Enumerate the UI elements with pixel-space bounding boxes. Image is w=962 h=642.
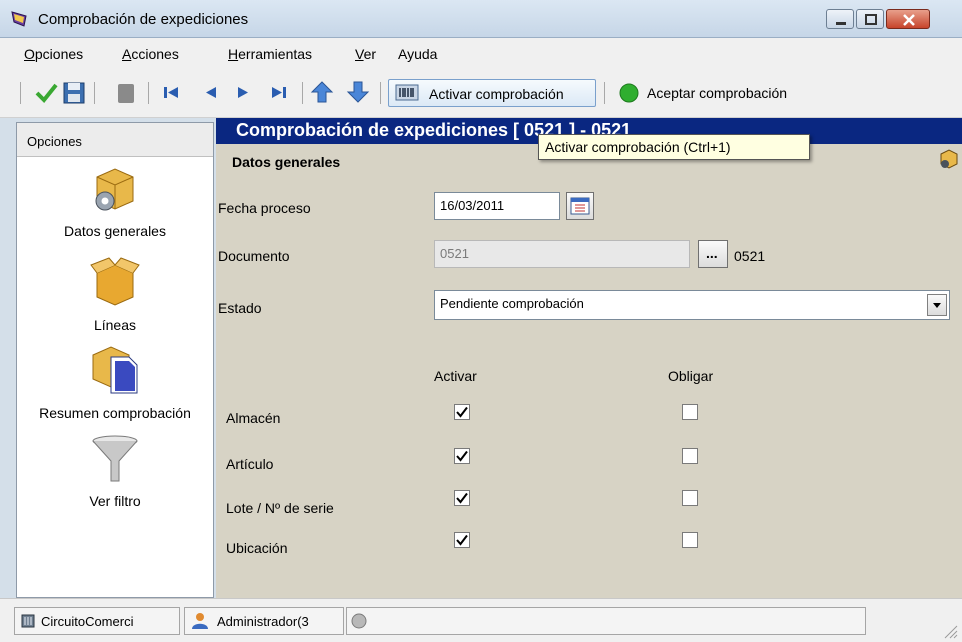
delete-icon[interactable] [114, 79, 138, 105]
barcode-scanner-icon [395, 84, 419, 101]
articulo-label: Artículo [226, 456, 274, 472]
arrow-down-icon[interactable] [346, 79, 370, 105]
fecha-proceso-label: Fecha proceso [218, 200, 311, 216]
main-form: Comprobación de expediciones [ 0521 ] - … [216, 118, 962, 598]
nav-lineas-label: Líneas [93, 317, 137, 333]
funnel-icon [92, 435, 138, 482]
fecha-proceso-input[interactable]: 16/03/2011 [434, 192, 560, 220]
ubicacion-obligar-checkbox[interactable] [682, 532, 698, 548]
title-bar: Comprobación de expediciones [0, 0, 962, 38]
calendar-icon [570, 197, 590, 215]
ubicacion-label: Ubicación [226, 540, 288, 556]
arrow-up-icon[interactable] [310, 79, 334, 105]
ubicacion-activar-checkbox[interactable] [454, 532, 470, 548]
last-record-icon[interactable] [266, 79, 290, 105]
maximize-button[interactable] [856, 9, 884, 29]
lote-serie-obligar-checkbox[interactable] [682, 490, 698, 506]
status-circuito: CircuitoComerci [14, 607, 180, 635]
nav-datos-generales[interactable]: Datos generales [17, 163, 213, 249]
articulo-obligar-checkbox[interactable] [682, 448, 698, 464]
accept-check-icon[interactable] [34, 79, 58, 105]
status-usuario: Administrador(3 [184, 607, 344, 635]
status-bar: CircuitoComerci Administrador(3 [0, 598, 962, 642]
documento-label: Documento [218, 248, 290, 264]
obligar-column-header: Obligar [668, 368, 714, 384]
save-icon[interactable] [62, 79, 86, 105]
activar-comprobacion-button[interactable]: Activar comprobación [388, 79, 596, 107]
activar-column-header: Activar [434, 368, 477, 384]
toolbar-separator [148, 82, 149, 104]
almacen-activar-checkbox[interactable] [454, 404, 470, 420]
options-panel: Opciones Datos generales Líneas Resumen … [16, 122, 214, 598]
nav-resumen-comprobacion-label: Resumen comprobación [39, 405, 191, 421]
toolbar-separator [94, 82, 95, 104]
section-title: Datos generales [232, 154, 341, 170]
toolbar-separator [380, 82, 381, 104]
toolbar: Activar comprobación Aceptar comprobació… [0, 68, 962, 118]
nav-ver-filtro[interactable]: Ver filtro [17, 433, 213, 519]
activar-comprobacion-tooltip: Activar comprobación (Ctrl+1) [538, 134, 810, 160]
options-panel-header: Opciones [17, 123, 213, 157]
open-box-icon [90, 257, 140, 306]
estado-select[interactable]: Pendiente comprobación [434, 290, 950, 320]
nav-datos-generales-label: Datos generales [64, 223, 166, 239]
toolbar-separator [302, 82, 303, 104]
nav-lineas[interactable]: Líneas [17, 255, 213, 341]
previous-record-icon[interactable] [198, 79, 222, 105]
menu-herramientas[interactable]: Herramientas [228, 46, 312, 62]
dropdown-arrow-icon[interactable] [927, 294, 947, 316]
gear-box-icon [940, 149, 958, 169]
window-title: Comprobación de expediciones [38, 11, 249, 28]
connection-status-icon [351, 613, 367, 629]
menu-ayuda[interactable]: Ayuda [398, 46, 437, 62]
calendar-button[interactable] [566, 192, 594, 220]
menu-bar: Opciones Acciones Herramientas Ver Ayuda [0, 38, 962, 68]
user-icon [192, 613, 208, 629]
minimize-button[interactable] [826, 9, 854, 29]
building-icon [21, 614, 35, 628]
estado-label: Estado [218, 300, 262, 316]
menu-opciones[interactable]: Opciones [24, 46, 83, 62]
lote-serie-activar-checkbox[interactable] [454, 490, 470, 506]
box-document-icon [92, 346, 138, 394]
status-connection [346, 607, 866, 635]
gear-box-icon [95, 168, 134, 211]
resize-grip-icon[interactable] [942, 623, 958, 639]
articulo-activar-checkbox[interactable] [454, 448, 470, 464]
documento-input[interactable]: 0521 [434, 240, 690, 268]
toolbar-grip [20, 82, 21, 104]
toolbar-separator [604, 82, 605, 104]
activar-comprobacion-label: Activar comprobación [429, 86, 564, 102]
menu-acciones[interactable]: Acciones [122, 46, 179, 62]
nav-ver-filtro-label: Ver filtro [89, 493, 141, 509]
almacen-obligar-checkbox[interactable] [682, 404, 698, 420]
documento-description: 0521 [734, 248, 766, 264]
next-record-icon[interactable] [232, 79, 256, 105]
lote-serie-label: Lote / Nº de serie [226, 500, 334, 516]
menu-ver[interactable]: Ver [355, 46, 376, 62]
first-record-icon[interactable] [160, 79, 184, 105]
aceptar-comprobacion-label: Aceptar comprobación [647, 85, 788, 101]
close-button[interactable] [886, 9, 930, 29]
almacen-label: Almacén [226, 410, 281, 426]
nav-resumen-comprobacion[interactable]: Resumen comprobación [17, 343, 213, 429]
app-icon [11, 11, 27, 27]
green-circle-icon [619, 83, 639, 103]
documento-lookup-button[interactable]: ... [698, 240, 728, 268]
aceptar-comprobacion-button[interactable]: Aceptar comprobación [614, 79, 834, 107]
